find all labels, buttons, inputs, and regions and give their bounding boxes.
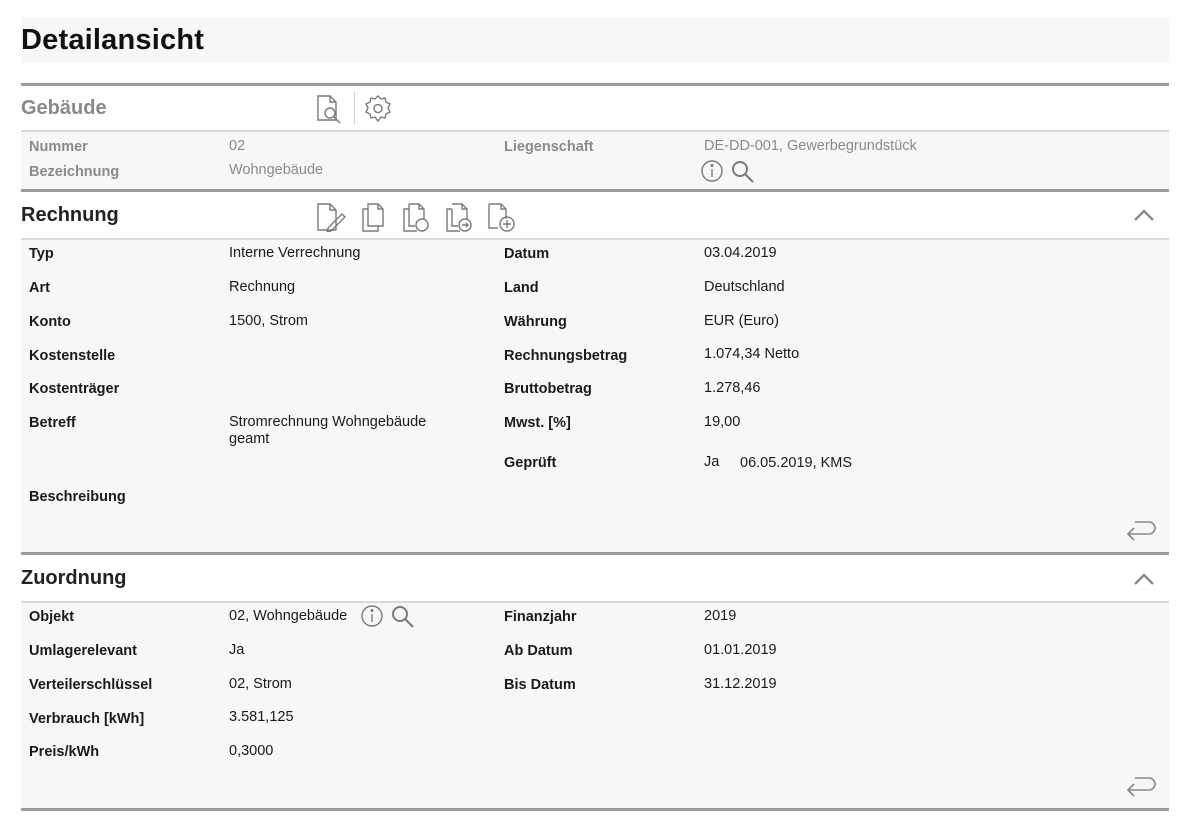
toolbar-separator [354,92,355,124]
rechnungsbetrag-value: 1.074,34 Netto [704,346,800,362]
konto-label: Konto [29,314,71,330]
mwst-label: Mwst. [%] [504,415,571,431]
bruttobetrag-label: Bruttobetrag [504,381,592,397]
bezeichnung-value: Wohngebäude [229,162,324,178]
nummer-value: 02 [229,138,246,154]
umlagerelevant-label: Umlagerelevant [29,643,137,659]
edit-document-icon[interactable] [314,202,346,232]
typ-value: Interne Verrechnung [229,245,361,261]
gebaeude-header: Gebäude [21,86,1169,130]
preis-label: Preis/kWh [29,744,100,760]
document-add-icon[interactable] [485,202,517,232]
document-circle-icon[interactable] [401,202,431,232]
gebaeude-body: Nummer 02 Bezeichnung Wohngebäude Liegen… [21,132,1169,189]
page-title: Detailansicht [21,24,205,56]
betreff-value-line1: Stromrechnung Wohngebäude [229,414,427,430]
zuordnung-title: Zuordnung [21,567,127,589]
search-icon[interactable] [730,159,756,183]
return-arrow-icon[interactable] [1125,774,1157,800]
datum-value: 03.04.2019 [704,245,777,261]
collapse-chevron-icon[interactable] [1133,208,1155,222]
gear-icon[interactable] [362,94,394,124]
bis-datum-value: 31.12.2019 [704,676,777,692]
geprueft-value: Ja [704,454,720,470]
finanzjahr-value: 2019 [704,608,737,624]
return-arrow-icon[interactable] [1125,518,1157,544]
land-label: Land [504,280,539,296]
copy-document-icon[interactable] [360,202,386,232]
waehrung-value: EUR (Euro) [704,313,779,329]
betreff-label: Betreff [29,415,76,431]
verteilerschluessel-label: Verteilerschlüssel [29,677,153,693]
liegenschaft-value: DE-DD-001, Gewerbegrundstück [704,138,917,154]
geprueft-detail: 06.05.2019, KMS [740,455,853,471]
datum-label: Datum [504,246,550,262]
zuordnung-body: Objekt 02, Wohngebäude Umlagerelevant Ja… [21,603,1169,808]
rechnung-header: Rechnung [21,192,1169,238]
objekt-label: Objekt [29,609,75,625]
info-icon[interactable] [700,159,724,183]
document-search-icon[interactable] [314,94,344,124]
rechnung-body: Typ Interne Verrechnung Art Rechnung Kon… [21,240,1169,552]
mwst-value: 19,00 [704,414,741,430]
betreff-value-line2: geamt [229,431,270,447]
land-value: Deutschland [704,279,785,295]
zuordnung-header: Zuordnung [21,555,1169,601]
title-bar: Detailansicht [21,17,1169,63]
collapse-chevron-icon[interactable] [1133,572,1155,586]
ab-datum-value: 01.01.2019 [704,642,777,658]
objekt-value: 02, Wohngebäude [229,608,348,624]
umlagerelevant-value: Ja [229,642,245,658]
info-icon[interactable] [360,604,384,628]
rechnungsbetrag-label: Rechnungsbetrag [504,348,628,364]
ab-datum-label: Ab Datum [504,643,573,659]
kostenstelle-label: Kostenstelle [29,348,116,364]
rechnung-title: Rechnung [21,204,119,226]
verbrauch-label: Verbrauch [kWh] [29,711,145,727]
geprueft-label: Geprüft [504,455,557,471]
finanzjahr-label: Finanzjahr [504,609,577,625]
konto-value: 1500, Strom [229,313,308,329]
section-divider [21,808,1169,811]
gebaeude-title: Gebäude [21,97,107,119]
art-label: Art [29,280,50,296]
art-value: Rechnung [229,279,296,295]
liegenschaft-label: Liegenschaft [504,139,594,155]
typ-label: Typ [29,246,54,262]
verbrauch-value: 3.581,125 [229,709,294,725]
bruttobetrag-value: 1.278,46 [704,380,761,396]
kostentraeger-label: Kostenträger [29,381,120,397]
search-icon[interactable] [390,604,416,628]
preis-value: 0,3000 [229,743,274,759]
waehrung-label: Währung [504,314,567,330]
bis-datum-label: Bis Datum [504,677,576,693]
bezeichnung-label: Bezeichnung [29,164,120,180]
nummer-label: Nummer [29,139,88,155]
verteilerschluessel-value: 02, Strom [229,676,292,692]
document-forward-icon[interactable] [444,202,474,232]
beschreibung-label: Beschreibung [29,489,126,505]
